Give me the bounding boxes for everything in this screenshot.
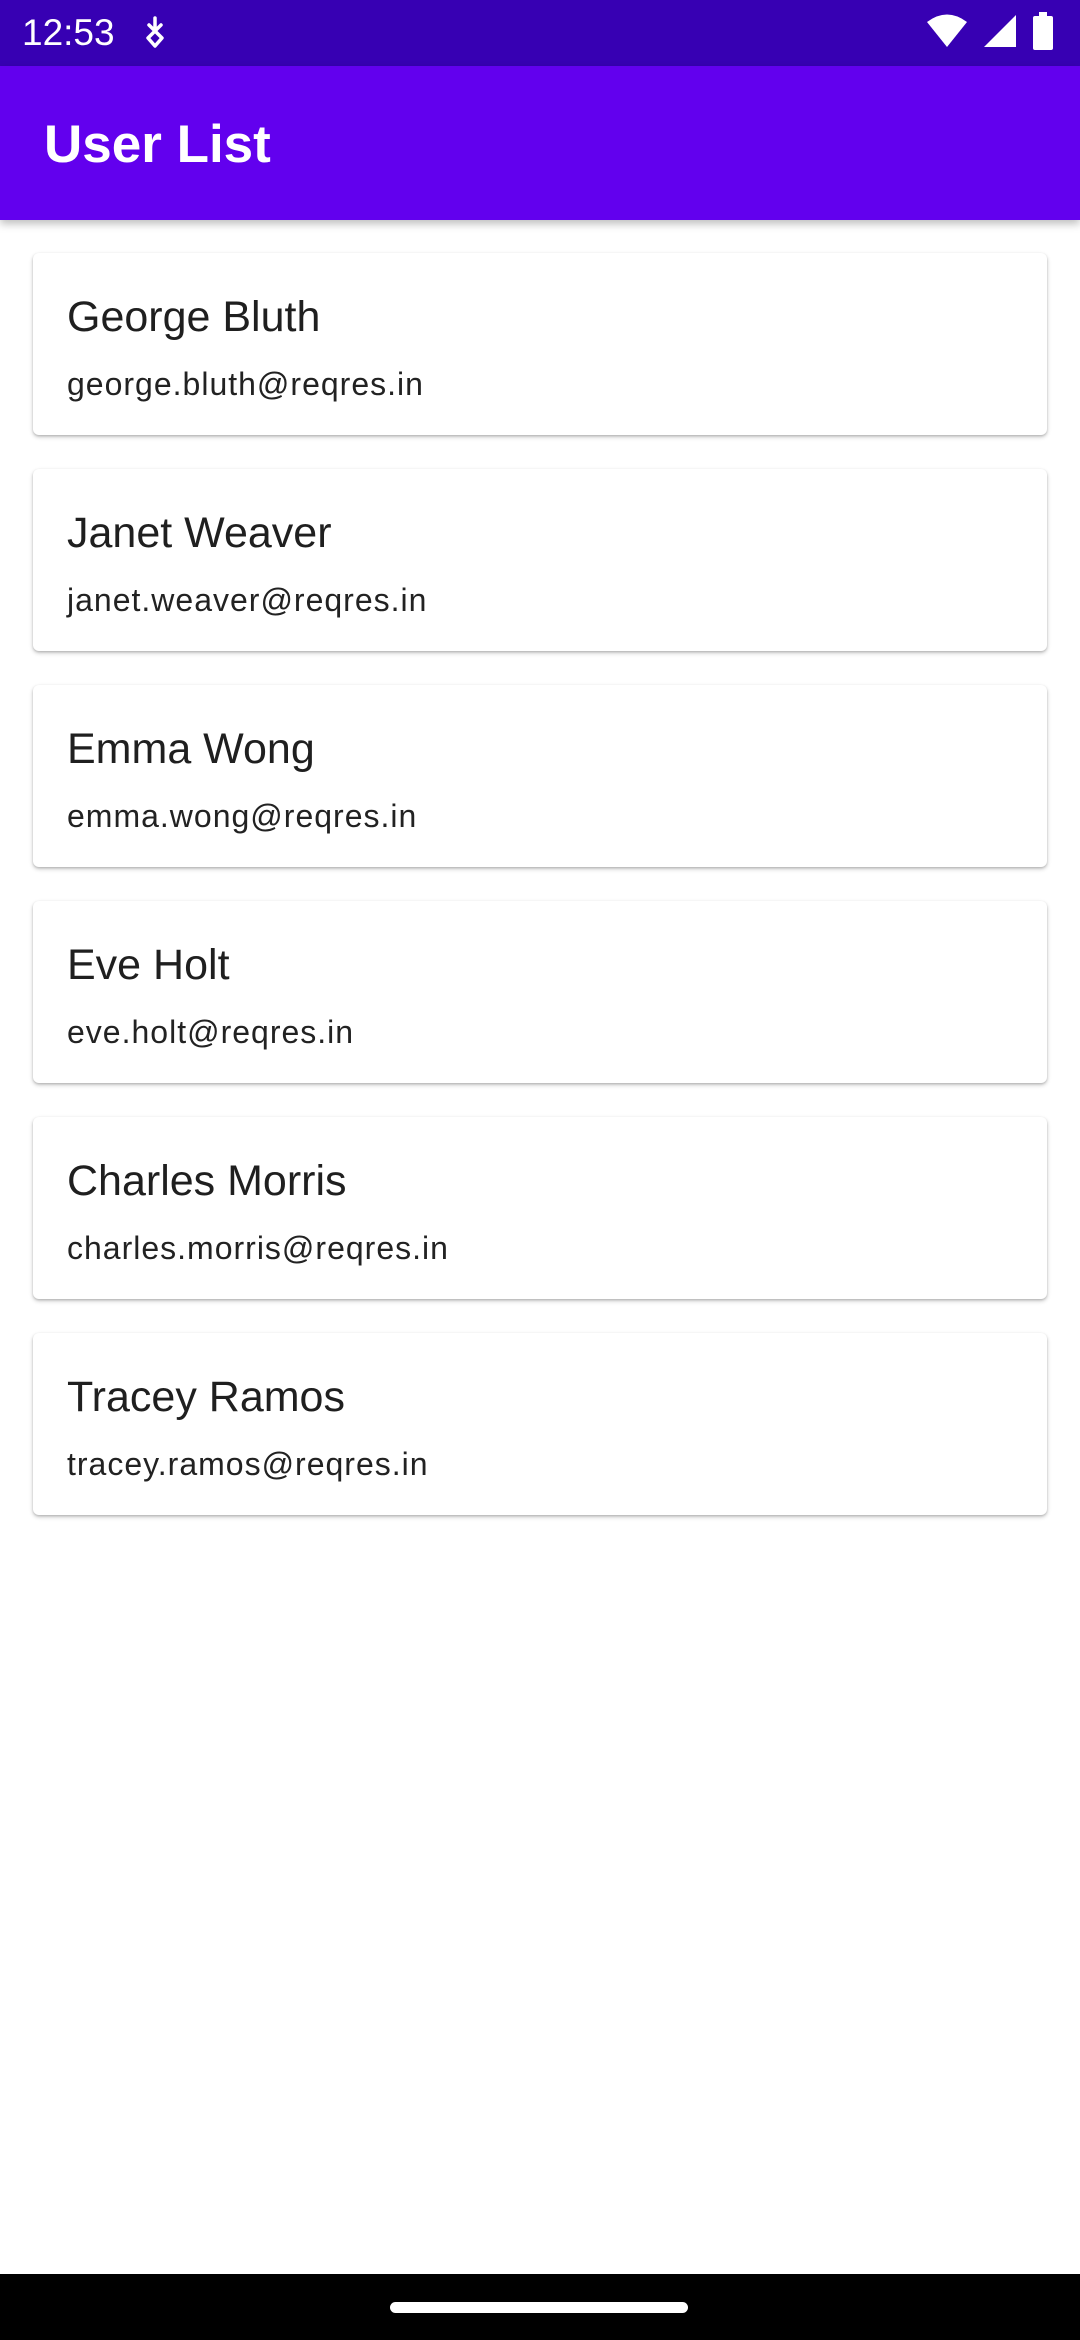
user-card[interactable]: Janet Weaver janet.weaver@reqres.in [33, 469, 1047, 651]
navigation-bar [0, 2274, 1080, 2340]
cell-signal-icon [982, 13, 1018, 54]
user-email: george.bluth@reqres.in [67, 366, 424, 402]
user-card[interactable]: George Bluth george.bluth@reqres.in [33, 253, 1047, 435]
user-name: George Bluth [67, 293, 321, 341]
user-name: Janet Weaver [67, 509, 332, 557]
user-name: Emma Wong [67, 725, 315, 773]
user-card[interactable]: Tracey Ramos tracey.ramos@reqres.in [33, 1333, 1047, 1515]
download-notification-icon [140, 16, 170, 50]
user-card[interactable]: Emma Wong emma.wong@reqres.in [33, 685, 1047, 867]
user-email: emma.wong@reqres.in [67, 798, 418, 834]
user-name: Tracey Ramos [67, 1373, 345, 1421]
user-email: janet.weaver@reqres.in [67, 582, 428, 618]
user-name: Charles Morris [67, 1157, 347, 1205]
user-email: eve.holt@reqres.in [67, 1014, 355, 1050]
user-card[interactable]: Charles Morris charles.morris@reqres.in [33, 1117, 1047, 1299]
wifi-icon [926, 13, 968, 54]
user-list: George Bluth george.bluth@reqres.in Jane… [33, 253, 1047, 1549]
status-time: 12:53 [22, 12, 115, 53]
user-email: charles.morris@reqres.in [67, 1230, 449, 1266]
home-gesture-handle[interactable] [390, 2302, 688, 2313]
user-card[interactable]: Eve Holt eve.holt@reqres.in [33, 901, 1047, 1083]
battery-icon [1032, 11, 1054, 55]
user-email: tracey.ramos@reqres.in [67, 1446, 429, 1482]
app-bar: User List [0, 66, 1080, 220]
status-bar: 12:53 [0, 0, 1080, 66]
user-name: Eve Holt [67, 941, 230, 989]
page-title: User List [44, 115, 271, 174]
